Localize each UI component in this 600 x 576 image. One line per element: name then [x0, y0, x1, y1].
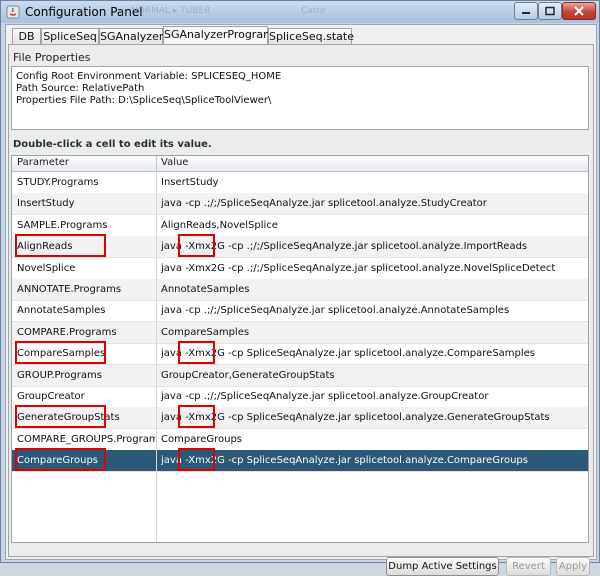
- window-title: Configuration Panel: [25, 5, 143, 19]
- table-row[interactable]: COMPARE_GROUPS.Programs CompareGroups: [12, 429, 588, 451]
- table-row[interactable]: STUDY.Programs InsertStudy: [12, 172, 588, 194]
- parameter-cell[interactable]: STUDY.Programs: [17, 172, 155, 193]
- value-cell[interactable]: java -Xmx2G -cp .;/;/SpliceSeqAnalyze.ja…: [161, 236, 585, 257]
- revert-button[interactable]: Revert: [506, 557, 551, 576]
- table-row[interactable]: AlignReads java -Xmx2G -cp .;/;/SpliceSeq…: [12, 234, 588, 259]
- close-icon: [574, 6, 584, 16]
- parameter-cell[interactable]: InsertStudy: [17, 193, 155, 214]
- table-row[interactable]: InsertStudy java -cp .;/;/SpliceSeqAnalyz…: [12, 193, 588, 216]
- background-ghost-text: Carre: [301, 6, 326, 16]
- table-row[interactable]: CompareGroups java -Xmx2G -cp SpliceSeqAn…: [12, 448, 588, 473]
- maximize-button[interactable]: [538, 2, 562, 20]
- parameter-cell[interactable]: SAMPLE.Programs: [17, 215, 155, 236]
- parameter-cell[interactable]: NovelSplice: [17, 258, 155, 279]
- file-properties-title: File Properties: [13, 51, 91, 64]
- apply-button[interactable]: Apply: [556, 557, 590, 576]
- parameter-cell[interactable]: CompareGroups: [17, 450, 155, 471]
- path-source: Path Source: RelativePath: [16, 83, 145, 94]
- config-root-env-var: Config Root Environment Variable: SPLICE…: [16, 71, 282, 82]
- value-cell[interactable]: java -Xmx2G -cp .;/;/SpliceSeqAnalyze.ja…: [161, 258, 585, 279]
- column-grid-line: [156, 171, 157, 542]
- column-divider[interactable]: [156, 156, 157, 171]
- title-bar[interactable]: Configuration Panel NORMAL ▸ TUBER Carre: [1, 1, 599, 23]
- value-cell[interactable]: java -Xmx2G -cp SpliceSeqAnalyze.jar spl…: [161, 407, 585, 428]
- table-row[interactable]: NovelSplice java -Xmx2G -cp .;/;/SpliceSe…: [12, 258, 588, 280]
- value-cell[interactable]: java -cp .;/;/SpliceSeqAnalyze.jar splic…: [161, 300, 585, 321]
- tab-db[interactable]: DB: [12, 28, 41, 45]
- table-row[interactable]: SAMPLE.Programs AlignReads,NovelSplice: [12, 215, 588, 237]
- background-ghost-text: NORMAL ▸ TUBER: [131, 6, 211, 16]
- parameter-cell[interactable]: COMPARE_GROUPS.Programs: [17, 429, 155, 450]
- value-cell[interactable]: AnnotateSamples: [161, 279, 585, 300]
- tab-panel-sganalyzerprograms: File Properties Config Root Environment …: [8, 44, 594, 576]
- tab-sganalyzer[interactable]: SGAnalyzer: [99, 28, 163, 45]
- table-row[interactable]: COMPARE.Programs CompareSamples: [12, 321, 588, 344]
- value-cell[interactable]: java -cp .;/;/SpliceSeqAnalyze.jar splic…: [161, 386, 585, 407]
- parameter-cell[interactable]: GenerateGroupStats: [17, 407, 155, 428]
- table-row[interactable]: GroupCreator java -cp .;/;/SpliceSeqAnaly…: [12, 386, 588, 408]
- value-cell[interactable]: java -cp .;/;/SpliceSeqAnalyze.jar splic…: [161, 193, 585, 214]
- column-header-parameter[interactable]: Parameter: [17, 157, 69, 168]
- parameter-cell[interactable]: GROUP.Programs: [17, 365, 155, 386]
- close-button[interactable]: [562, 2, 596, 20]
- value-cell[interactable]: java -Xmx2G -cp SpliceSeqAnalyze.jar spl…: [161, 343, 585, 364]
- parameter-cell[interactable]: ANNOTATE.Programs: [17, 279, 155, 300]
- parameter-cell[interactable]: COMPARE.Programs: [17, 322, 155, 343]
- programs-table: Parameter Value STUDY.Programs InsertStud…: [11, 155, 589, 543]
- edit-hint: Double-click a cell to edit its value.: [13, 139, 212, 150]
- value-cell[interactable]: AlignReads,NovelSplice: [161, 215, 585, 236]
- value-cell[interactable]: InsertStudy: [161, 172, 585, 193]
- properties-file-path: Properties File Path: D:\SpliceSeq\Splic…: [16, 95, 272, 106]
- value-cell[interactable]: CompareSamples: [161, 322, 585, 343]
- java-app-icon: [6, 5, 20, 19]
- parameter-cell[interactable]: CompareSamples: [17, 343, 155, 364]
- parameter-cell[interactable]: AnnotateSamples: [17, 300, 155, 321]
- client-area: DB SpliceSeq SGAnalyzer SGAnalyzerProgra…: [5, 24, 597, 576]
- maximize-icon: [545, 6, 555, 16]
- column-header-value[interactable]: Value: [161, 157, 188, 168]
- table-row[interactable]: AnnotateSamples java -cp .;/;/SpliceSeqAn…: [12, 300, 588, 323]
- dump-active-settings-button[interactable]: Dump Active Settings: [386, 557, 499, 576]
- file-properties-box: Config Root Environment Variable: SPLICE…: [11, 66, 589, 130]
- minimize-button[interactable]: [514, 2, 538, 20]
- table-row[interactable]: GROUP.Programs GroupCreator,GenerateGroup…: [12, 364, 588, 387]
- parameter-cell[interactable]: GroupCreator: [17, 386, 155, 407]
- minimize-icon: [522, 12, 530, 14]
- table-row[interactable]: ANNOTATE.Programs AnnotateSamples: [12, 279, 588, 301]
- table-row[interactable]: GenerateGroupStats java -Xmx2G -cp Splice…: [12, 405, 588, 430]
- table-row[interactable]: CompareSamples java -Xmx2G -cp SpliceSeqA…: [12, 341, 588, 366]
- value-cell[interactable]: java -Xmx2G -cp SpliceSeqAnalyze.jar spl…: [161, 450, 585, 471]
- tab-spliceseq-state[interactable]: SpliceSeq.state: [268, 28, 354, 45]
- tab-sganalyzerprograms[interactable]: SGAnalyzerPrograms: [163, 26, 280, 46]
- tab-spliceseq[interactable]: SpliceSeq: [41, 28, 99, 45]
- parameter-cell[interactable]: AlignReads: [17, 236, 155, 257]
- configuration-panel-window: Configuration Panel NORMAL ▸ TUBER Carre…: [0, 0, 600, 576]
- value-cell[interactable]: GroupCreator,GenerateGroupStats: [161, 365, 585, 386]
- table-header: Parameter Value: [12, 156, 588, 172]
- value-cell[interactable]: CompareGroups: [161, 429, 585, 450]
